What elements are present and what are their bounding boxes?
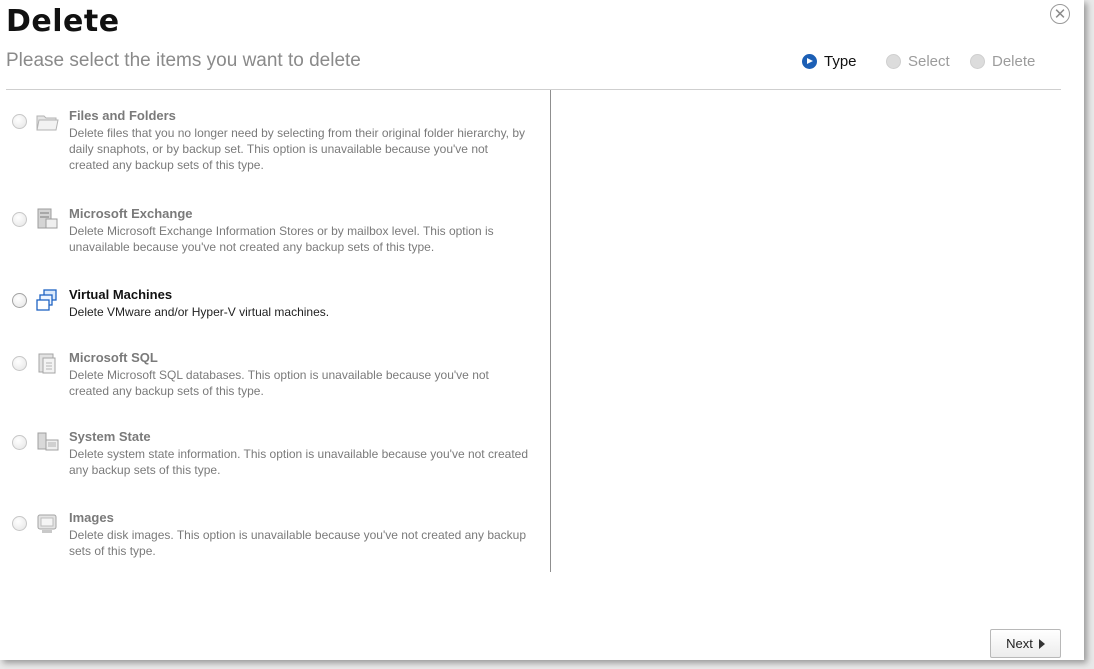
folder-icon xyxy=(36,115,59,131)
option-title: Microsoft SQL xyxy=(69,350,158,365)
option-description: Delete Microsoft Exchange Information St… xyxy=(69,224,494,254)
option-radio xyxy=(12,356,27,371)
option-radio xyxy=(12,114,27,129)
option-radio[interactable] xyxy=(12,293,27,308)
option-description: Delete VMware and/or Hyper-V virtual mac… xyxy=(69,305,330,319)
step-label: Delete xyxy=(992,53,1036,70)
option-description: Delete disk images. This option is unava… xyxy=(69,528,527,558)
step-label: Type xyxy=(824,53,857,70)
step-select: Select xyxy=(886,53,950,70)
disk-image-icon xyxy=(37,514,57,533)
step-label: Select xyxy=(908,53,950,70)
option-title: Images xyxy=(69,510,114,525)
panel-divider xyxy=(550,90,551,572)
close-icon: ✕ xyxy=(1053,6,1067,23)
dialog-title: Delete xyxy=(6,4,120,39)
option-title: Microsoft Exchange xyxy=(69,206,193,221)
sql-database-icon xyxy=(38,353,56,374)
step-active-icon xyxy=(802,54,817,69)
dialog-subtitle: Please select the items you want to dele… xyxy=(6,50,361,71)
option-title: System State xyxy=(69,429,151,444)
option-radio xyxy=(12,516,27,531)
header-divider xyxy=(6,89,1061,90)
exchange-server-icon xyxy=(37,208,58,229)
delete-dialog: Delete Please select the items you want … xyxy=(0,0,1084,660)
step-delete: Delete xyxy=(970,53,1035,70)
next-button[interactable]: Next xyxy=(990,629,1061,658)
option-description: Delete system state information. This op… xyxy=(69,447,528,477)
option-title: Virtual Machines xyxy=(69,287,173,302)
close-button[interactable]: ✕ xyxy=(1050,4,1070,24)
option-title: Files and Folders xyxy=(69,108,176,123)
option-description: Delete Microsoft SQL databases. This opt… xyxy=(69,368,489,398)
step-inactive-icon xyxy=(886,54,901,69)
option-description: Delete files that you no longer need by … xyxy=(69,126,526,172)
next-button-label: Next xyxy=(1006,636,1033,651)
option-radio xyxy=(12,212,27,227)
step-inactive-icon xyxy=(970,54,985,69)
system-state-icon xyxy=(37,432,59,451)
arrow-right-icon xyxy=(1038,638,1045,649)
virtual-machines-icon xyxy=(36,289,57,311)
option-radio xyxy=(12,435,27,450)
step-type: Type xyxy=(802,53,857,70)
